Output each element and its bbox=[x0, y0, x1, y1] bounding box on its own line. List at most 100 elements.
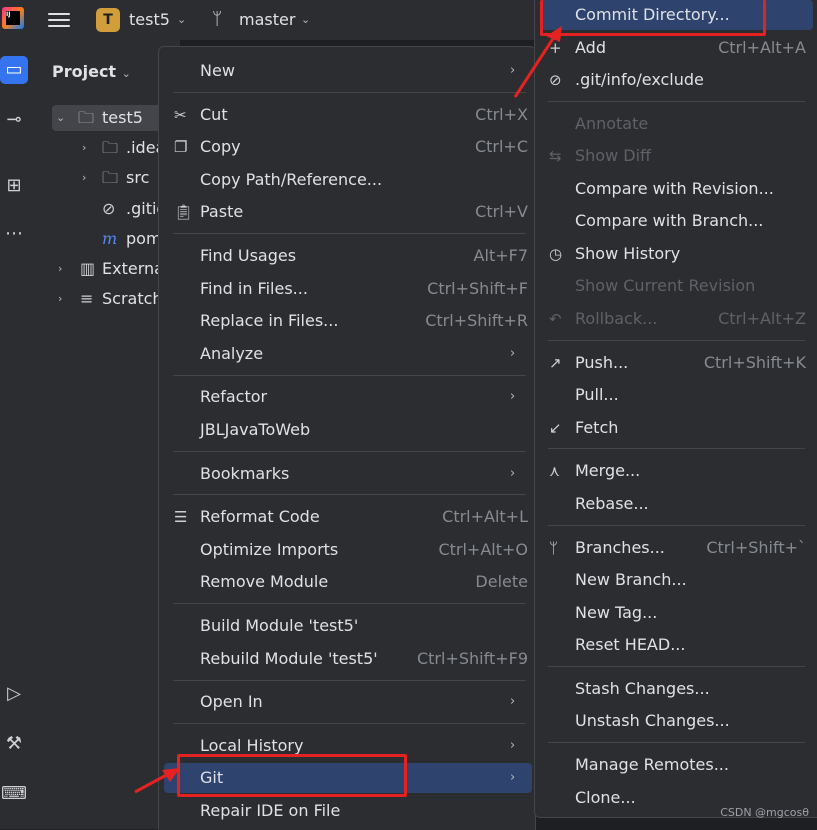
shortcut: Ctrl+Alt+O bbox=[438, 540, 528, 559]
project-tool-icon[interactable]: ▭ bbox=[0, 56, 28, 84]
history-icon: ◷ bbox=[549, 245, 563, 263]
separator bbox=[548, 448, 805, 449]
chevron-right-icon: › bbox=[510, 694, 516, 709]
menu-label: Bookmarks bbox=[200, 464, 290, 483]
menu-item-show-current-revision[interactable]: Show Current Revision bbox=[547, 271, 817, 301]
plus-icon: + bbox=[549, 39, 562, 57]
separator bbox=[173, 375, 526, 376]
shortcut: Ctrl+Shift+F9 bbox=[416, 649, 528, 668]
tree-label: src bbox=[126, 168, 150, 187]
menu-label: Compare with Branch... bbox=[575, 211, 764, 230]
menu-item-cut[interactable]: ✂ Cut Ctrl+X bbox=[172, 100, 530, 130]
menu-item-rebuild-module[interactable]: Rebuild Module 'test5' Ctrl+Shift+F9 bbox=[172, 644, 530, 674]
project-badge[interactable]: T bbox=[96, 8, 120, 32]
menu-label: Fetch bbox=[575, 418, 619, 437]
branch-name[interactable]: master bbox=[239, 10, 295, 29]
separator bbox=[173, 92, 526, 93]
menu-item-branches[interactable]: ᛘ Branches... Ctrl+Shift+` bbox=[547, 533, 817, 563]
menu-item-pull[interactable]: Pull... bbox=[547, 380, 817, 410]
menu-item-show-history[interactable]: ◷ Show History bbox=[547, 239, 817, 269]
shortcut: Ctrl+Shift+R bbox=[425, 311, 528, 330]
chevron-right-icon: › bbox=[58, 262, 63, 275]
menu-item-push[interactable]: ↗ Push... Ctrl+Shift+K bbox=[547, 348, 817, 378]
run-tool-icon[interactable]: ▷ bbox=[0, 680, 28, 708]
separator bbox=[548, 742, 805, 743]
separator bbox=[173, 603, 526, 604]
menu-label: Show Diff bbox=[575, 146, 652, 165]
menu-item-show-diff[interactable]: ⇆ Show Diff bbox=[547, 141, 817, 171]
menu-item-remove-module[interactable]: Remove Module Delete bbox=[172, 567, 530, 597]
menu-item-optimize-imports[interactable]: Optimize Imports Ctrl+Alt+O bbox=[172, 535, 530, 565]
separator bbox=[173, 233, 526, 234]
menu-item-git-exclude[interactable]: ⊘ .git/info/exclude bbox=[547, 65, 817, 95]
menu-item-rebase[interactable]: Rebase... bbox=[547, 489, 817, 519]
diff-icon: ⇆ bbox=[549, 147, 562, 165]
branch-icon: ᛘ bbox=[549, 539, 559, 557]
menu-item-paste[interactable]: 📋︎ Paste Ctrl+V bbox=[172, 197, 530, 227]
chevron-right-icon: › bbox=[510, 466, 516, 481]
chevron-right-icon: › bbox=[510, 63, 516, 78]
menu-item-build-module[interactable]: Build Module 'test5' bbox=[172, 611, 530, 641]
shortcut: Ctrl+V bbox=[475, 202, 528, 221]
intellij-logo-icon[interactable]: IJ bbox=[2, 7, 24, 29]
tree-label: pom bbox=[126, 229, 162, 248]
terminal-tool-icon[interactable]: ⌨ bbox=[0, 780, 28, 808]
menu-item-copy-path[interactable]: Copy Path/Reference... bbox=[172, 165, 530, 195]
shortcut: Ctrl+Alt+A bbox=[718, 38, 806, 57]
menu-item-find-in-files[interactable]: Find in Files... Ctrl+Shift+F bbox=[172, 274, 530, 304]
menu-item-compare-branch[interactable]: Compare with Branch... bbox=[547, 206, 817, 236]
annotation-box-commit bbox=[540, 0, 766, 36]
menu-label: JBLJavaToWeb bbox=[200, 420, 311, 439]
watermark: CSDN @mgcosθ bbox=[720, 806, 809, 819]
menu-item-jbljavatoweb[interactable]: JBLJavaToWeb bbox=[172, 415, 530, 445]
menu-item-new-branch[interactable]: New Branch... bbox=[547, 565, 817, 595]
chevron-right-icon: › bbox=[82, 141, 87, 154]
menu-label: Copy Path/Reference... bbox=[200, 170, 383, 189]
menu-item-add[interactable]: + Add Ctrl+Alt+A bbox=[547, 33, 817, 63]
menu-item-repair-ide[interactable]: Repair IDE on File bbox=[172, 796, 530, 826]
menu-item-refactor[interactable]: Refactor › bbox=[172, 382, 530, 412]
menu-item-reformat-code[interactable]: ☰ Reformat Code Ctrl+Alt+L bbox=[172, 502, 530, 532]
menu-item-fetch[interactable]: ↙ Fetch bbox=[547, 413, 817, 443]
build-tool-icon[interactable]: ⚒ bbox=[0, 730, 28, 758]
menu-item-stash[interactable]: Stash Changes... bbox=[547, 674, 817, 704]
library-icon: ▥ bbox=[80, 259, 96, 278]
structure-tool-icon[interactable]: ⊞ bbox=[0, 172, 28, 200]
menu-item-new[interactable]: New › bbox=[172, 56, 530, 86]
chevron-right-icon: › bbox=[510, 346, 516, 361]
menu-label: New bbox=[200, 61, 235, 80]
menu-item-compare-revision[interactable]: Compare with Revision... bbox=[547, 174, 817, 204]
separator bbox=[173, 680, 526, 681]
menu-item-manage-remotes[interactable]: Manage Remotes... bbox=[547, 750, 817, 780]
project-name[interactable]: test5 bbox=[129, 10, 170, 29]
chevron-right-icon: › bbox=[510, 770, 516, 785]
menu-label: Refactor bbox=[200, 387, 268, 406]
panel-title[interactable]: Project ⌄ bbox=[52, 62, 131, 81]
menu-item-replace-in-files[interactable]: Replace in Files... Ctrl+Shift+R bbox=[172, 306, 530, 336]
more-tools-icon[interactable]: ⋯ bbox=[0, 220, 28, 248]
separator bbox=[548, 525, 805, 526]
chevron-down-icon: ⌄ bbox=[177, 13, 187, 26]
clipboard-icon: 📋︎ bbox=[174, 203, 194, 221]
main-menu-icon[interactable] bbox=[48, 10, 70, 30]
menu-label: Rollback... bbox=[575, 309, 658, 328]
menu-item-rollback[interactable]: ↶ Rollback... Ctrl+Alt+Z bbox=[547, 304, 817, 334]
menu-label: New Branch... bbox=[575, 570, 687, 589]
separator bbox=[173, 723, 526, 724]
menu-item-find-usages[interactable]: Find Usages Alt+F7 bbox=[172, 241, 530, 271]
menu-label: Reset HEAD... bbox=[575, 635, 686, 654]
commit-tool-icon[interactable]: ⊸ bbox=[0, 106, 28, 134]
chevron-right-icon: › bbox=[510, 738, 516, 753]
menu-item-open-in[interactable]: Open In › bbox=[172, 687, 530, 717]
menu-item-copy[interactable]: ❐ Copy Ctrl+C bbox=[172, 132, 530, 162]
menu-item-reset-head[interactable]: Reset HEAD... bbox=[547, 630, 817, 660]
menu-item-new-tag[interactable]: New Tag... bbox=[547, 598, 817, 628]
copy-icon: ❐ bbox=[174, 138, 188, 156]
menu-item-bookmarks[interactable]: Bookmarks › bbox=[172, 459, 530, 489]
menu-item-unstash[interactable]: Unstash Changes... bbox=[547, 706, 817, 736]
ignore-icon: ⊘ bbox=[549, 71, 562, 89]
menu-item-annotate[interactable]: Annotate bbox=[547, 109, 817, 139]
menu-item-merge[interactable]: ⋏ Merge... bbox=[547, 456, 817, 486]
annotation-box-git bbox=[177, 754, 407, 797]
menu-item-analyze[interactable]: Analyze › bbox=[172, 339, 530, 369]
